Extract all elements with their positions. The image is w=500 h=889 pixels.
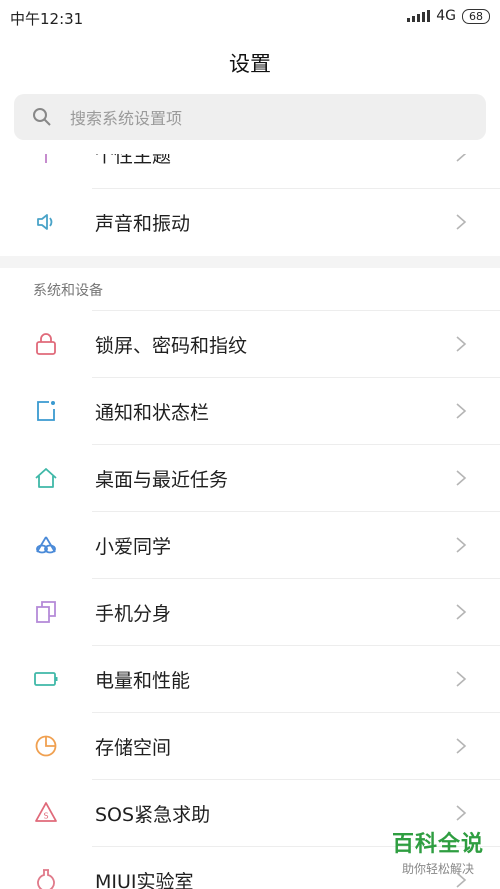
settings-item-label: 电量和性能 (95, 670, 191, 692)
network-type: 4G (436, 8, 456, 24)
settings-list: 个性主题 声音和振动 系统和设备 锁屏、密码和指纹 通知和状态栏 桌面与最近任务… (0, 154, 500, 889)
svg-text:S: S (43, 812, 48, 821)
settings-item-lock[interactable]: 锁屏、密码和指纹 (0, 310, 500, 377)
search-input[interactable]: 搜索系统设置项 (14, 94, 486, 140)
chevron-right-icon (456, 154, 467, 162)
search-icon (33, 108, 51, 126)
page-title: 设置 (229, 52, 271, 76)
divider (92, 444, 500, 445)
theme-icon (45, 154, 47, 163)
settings-item-label: MIUI实验室 (95, 871, 194, 889)
settings-item-label: 声音和振动 (95, 213, 191, 235)
sos-icon: S (35, 802, 57, 822)
section-header: 系统和设备 (33, 283, 103, 299)
divider (92, 188, 500, 189)
divider (92, 578, 500, 579)
search-placeholder: 搜索系统设置项 (70, 109, 183, 128)
chevron-right-icon (456, 537, 467, 553)
chevron-right-icon (456, 403, 467, 419)
storage-pie-icon (35, 735, 57, 757)
divider (92, 779, 500, 780)
status-right: 4G 68 (407, 8, 490, 24)
divider (92, 712, 500, 713)
watermark-subtitle: 助你轻松解决 (401, 862, 474, 876)
xiaoai-icon (36, 536, 56, 554)
divider (92, 310, 500, 311)
chevron-right-icon (456, 604, 467, 620)
settings-item-notification[interactable]: 通知和状态栏 (0, 377, 500, 444)
divider (92, 511, 500, 512)
settings-item-label: 桌面与最近任务 (95, 469, 229, 491)
watermark-title: 百科全说 (391, 832, 484, 857)
settings-item-label: 锁屏、密码和指纹 (95, 335, 248, 357)
lab-flask-icon (37, 869, 55, 889)
section-gap (0, 256, 500, 268)
settings-item-label: SOS紧急求助 (95, 804, 211, 826)
battery-icon: 68 (462, 8, 490, 24)
settings-item-xiaoai[interactable]: 小爱同学 (0, 511, 500, 578)
chevron-right-icon (456, 336, 467, 352)
settings-item-label: 存储空间 (95, 737, 172, 759)
chevron-right-icon (456, 738, 467, 754)
home-icon (35, 468, 57, 488)
settings-item-battery[interactable]: 电量和性能 (0, 645, 500, 712)
status-time: 中午12:31 (10, 10, 84, 28)
dual-phone-icon (36, 601, 56, 623)
divider (92, 645, 500, 646)
settings-item-label: 手机分身 (95, 603, 172, 625)
chevron-right-icon (456, 214, 467, 230)
settings-item-label: 个性主题 (95, 154, 172, 167)
status-bar: 中午12:31 4G 68 (0, 0, 500, 36)
settings-item-theme[interactable]: 个性主题 (0, 154, 500, 187)
settings-item-storage[interactable]: 存储空间 (0, 712, 500, 779)
settings-item-label: 通知和状态栏 (95, 402, 210, 424)
lock-icon (36, 333, 56, 355)
notification-icon (37, 401, 55, 421)
chevron-right-icon (456, 470, 467, 486)
chevron-right-icon (456, 671, 467, 687)
divider (92, 377, 500, 378)
watermark: 百科全说 助你轻松解决 (392, 826, 484, 877)
settings-item-sound[interactable]: 声音和振动 (0, 188, 500, 255)
settings-item-dual-phone[interactable]: 手机分身 (0, 578, 500, 645)
chevron-right-icon (456, 805, 467, 821)
speaker-icon (37, 214, 53, 230)
signal-icon (407, 10, 431, 22)
settings-item-label: 小爱同学 (95, 536, 172, 558)
settings-item-home[interactable]: 桌面与最近任务 (0, 444, 500, 511)
battery-icon (34, 672, 58, 686)
